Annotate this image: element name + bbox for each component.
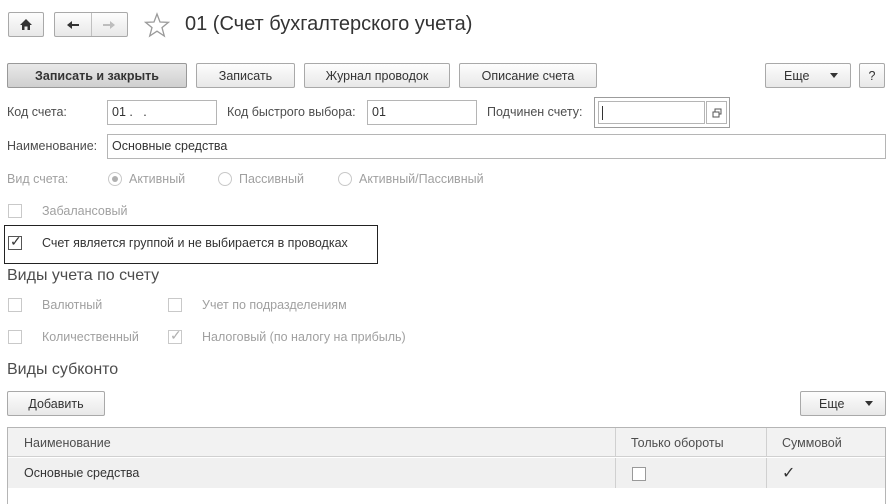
tax-label: Налоговый (по налогу на прибыль) xyxy=(202,330,406,344)
save-and-close-button[interactable]: Записать и закрыть xyxy=(7,63,187,88)
is-group-label: Счет является группой и не выбирается в … xyxy=(42,236,348,250)
open-button[interactable] xyxy=(706,101,727,124)
quantity-label: Количественный xyxy=(42,330,139,344)
checkmark-icon: ✓ xyxy=(170,327,182,343)
account-code-label: Код счета: xyxy=(7,105,67,119)
chevron-down-icon xyxy=(830,73,838,78)
favorite-star-icon[interactable] xyxy=(143,12,171,38)
account-description-button[interactable]: Описание счета xyxy=(459,63,597,88)
chevron-down-icon xyxy=(865,401,873,406)
column-header-sum[interactable]: Суммовой xyxy=(782,436,842,450)
more-label: Еще xyxy=(784,68,810,83)
quick-code-label: Код быстрого выбора: xyxy=(227,105,356,119)
table-row[interactable]: Основные средства ✓ xyxy=(8,458,885,488)
currency-label: Валютный xyxy=(42,298,103,312)
home-button[interactable] xyxy=(8,12,44,37)
column-header-turnover[interactable]: Только обороты xyxy=(631,436,724,450)
help-button[interactable]: ? xyxy=(859,63,885,88)
radio-active-passive[interactable] xyxy=(338,172,352,186)
forward-button[interactable] xyxy=(92,13,128,36)
parent-account-field[interactable] xyxy=(594,97,730,128)
offbalance-label: Забалансовый xyxy=(42,204,128,218)
account-type-label: Вид счета: xyxy=(7,172,69,186)
column-divider xyxy=(615,428,616,457)
column-divider xyxy=(766,458,767,488)
divisions-label: Учет по подразделениям xyxy=(202,298,347,312)
radio-active-passive-label: Активный/Пассивный xyxy=(359,172,484,186)
row-name-cell: Основные средства xyxy=(24,466,140,480)
quantity-checkbox[interactable] xyxy=(8,330,22,344)
save-button[interactable]: Записать xyxy=(196,63,295,88)
subconto-more-button[interactable]: Еще xyxy=(800,391,886,416)
open-window-icon xyxy=(712,108,721,117)
radio-active[interactable] xyxy=(108,172,122,186)
name-input[interactable]: Основные средства xyxy=(107,134,886,159)
arrow-right-icon xyxy=(103,20,116,29)
journal-button[interactable]: Журнал проводок xyxy=(304,63,450,88)
subconto-title: Виды субконто xyxy=(7,361,119,378)
checkmark-icon: ✓ xyxy=(10,233,22,249)
home-icon xyxy=(20,19,32,30)
tax-checkbox[interactable]: ✓ xyxy=(168,327,182,344)
add-button[interactable]: Добавить xyxy=(7,391,105,416)
radio-passive[interactable] xyxy=(218,172,232,186)
radio-active-label: Активный xyxy=(129,172,186,186)
table-header: Наименование Только обороты Суммовой xyxy=(8,428,885,457)
quick-code-input[interactable]: 01 xyxy=(367,100,477,125)
arrow-left-icon xyxy=(66,20,79,29)
nav-back-forward-group xyxy=(54,12,128,37)
turnover-only-checkbox[interactable] xyxy=(632,467,646,481)
radio-selected-dot xyxy=(112,176,118,182)
page-title: 01 (Счет бухгалтерского учета) xyxy=(185,13,473,35)
more-button[interactable]: Еще xyxy=(765,63,851,88)
column-divider xyxy=(766,428,767,457)
currency-checkbox[interactable] xyxy=(8,298,22,312)
sum-checkmark-icon[interactable]: ✓ xyxy=(782,463,795,483)
text-cursor xyxy=(602,106,603,120)
divisions-checkbox[interactable] xyxy=(168,298,182,312)
name-label: Наименование: xyxy=(7,139,98,153)
subconto-more-label: Еще xyxy=(819,396,845,411)
back-button[interactable] xyxy=(55,13,92,36)
column-header-name[interactable]: Наименование xyxy=(24,436,111,450)
account-code-input[interactable]: 01 . . xyxy=(107,100,217,125)
offbalance-checkbox[interactable] xyxy=(8,204,22,218)
radio-passive-label: Пассивный xyxy=(239,172,304,186)
parent-account-label: Подчинен счету: xyxy=(487,105,583,119)
parent-account-input[interactable] xyxy=(598,101,705,124)
accounting-kinds-title: Виды учета по счету xyxy=(7,267,160,284)
is-group-checkbox[interactable]: ✓ xyxy=(8,233,22,250)
column-divider xyxy=(615,458,616,488)
subconto-table: Наименование Только обороты Суммовой Осн… xyxy=(7,427,886,504)
